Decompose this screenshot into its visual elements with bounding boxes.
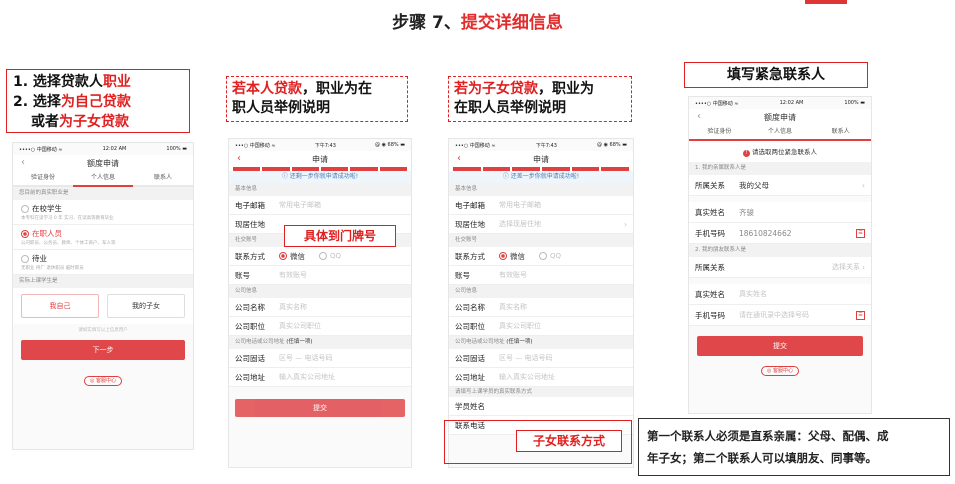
choice-child-button[interactable]: 我的子女 [107,294,185,318]
company-name-field[interactable]: 公司名称 真实名称 [449,298,633,317]
relation-select[interactable]: 所属关系 我的父母 › [689,175,871,196]
name2-field[interactable]: 真实姓名 真实姓名 [689,284,871,305]
email-field[interactable]: 电子邮箱 常用电子邮箱 [229,196,411,215]
page-title: 步骤 7、提交详细信息 [0,8,955,33]
radio-icon [21,255,29,263]
back-arrow-icon[interactable]: ‹ [457,153,461,164]
section-company: 公司信息 [229,285,411,298]
step-tabs: 验证身份 个人信息 联系人 [13,171,193,187]
child-contact-callout: 子女联系方式 [516,430,622,452]
radio-wechat[interactable] [279,252,287,260]
section-social: 社交账号 [449,234,633,247]
company-tel-field[interactable]: 公司固话 区号 — 电话号码 [229,349,411,368]
callout-occupation: 1. 选择贷款人职业 2. 选择为自己贷款 或者为子女贷款 [6,69,190,133]
help-center-link[interactable]: ◎ 客服中心 [84,376,122,386]
chevron-right-icon: › [862,180,865,190]
company-tel-field[interactable]: 公司固话 区号 — 电话号码 [449,349,633,368]
account-field[interactable]: 账号 有效账号 [449,266,633,285]
section-company-phone: 公司电话或公司地址 (任填一项) [229,336,411,349]
option-employed[interactable]: 在职人员 公司职员、公务员、教师、个体工商户、军人等 [13,225,193,250]
section-basic: 基本信息 [229,183,411,196]
notice-banner: ⓘ 还差一步你就申请成功啦! [449,171,633,183]
section-friend: 2. 我的朋友联系人是 [689,244,871,257]
nav-bar: ‹ 申请 [229,151,411,167]
nav-bar: ‹ 额度申请 [689,109,871,125]
status-bar: ••••○ 中国移动 ≈12:02 AM 100% ▬ [695,100,865,107]
phone-screen-occupation: ••••○ 中国移动 ≈12:02 AM 100% ▬ ‹ 额度申请 验证身份 个… [12,142,194,450]
account-field[interactable]: 账号 有效账号 [229,266,411,285]
section-company-phone: 公司电话或公司地址 (任填一项) [449,336,633,349]
phone-screen-self-loan: •••○ 中国移动 ≈ 下午7:43 @ ◉ 68% ▬ ‹ 申请 ⓘ 还剩一步你就… [228,138,412,468]
callout-emergency-contact: 填写紧急联系人 [684,62,868,88]
tab-personal[interactable]: 个人信息 [749,125,811,141]
next-button[interactable]: 下一步 [21,340,185,360]
name-field[interactable]: 真实姓名 齐骏 [689,202,871,223]
nav-bar: ‹ 额度申请 [13,155,193,171]
section-student: 实际上课学生是 [13,275,193,288]
option-student[interactable]: 在校学生 本专科在读学习 0 年 实习、在读高等教育毕业 [13,200,193,225]
company-position-field[interactable]: 公司职位 真实公司职位 [449,317,633,336]
address-hint-callout: 具体到门牌号 [284,225,396,247]
tab-contacts[interactable]: 联系人 [810,125,871,141]
section-company: 公司信息 [449,285,633,298]
company-position-field[interactable]: 公司职位 真实公司职位 [229,317,411,336]
company-address-field[interactable]: 公司地址 输入真实公司地址 [449,368,633,387]
step-tabs: 验证身份 个人信息 联系人 [689,125,871,141]
phone-screen-emergency-contact: ••••○ 中国移动 ≈12:02 AM 100% ▬ ‹ 额度申请 验证身份 个… [688,96,872,414]
submit-button[interactable]: 提交 [697,336,863,356]
radio-wechat[interactable] [499,252,507,260]
step-title: 提交详细信息 [460,13,563,33]
radio-qq[interactable] [319,252,327,260]
choice-self-button[interactable]: 我自己 [21,294,99,318]
option-unemployed[interactable]: 待业 无职业 待厂 退休职员 临时职员 [13,250,193,275]
tab-contacts[interactable]: 联系人 [133,171,193,187]
section-relative: 1. 我的亲属联系人是 [689,162,871,175]
callout-child-loan: 若为子女贷款，职业为 在职人员举例说明 [448,76,632,122]
contact-rule-note: 第一个联系人必须是直系亲属：父母、配偶、成 年子女；第二个联系人可以填朋友、同事… [638,418,950,476]
submit-button[interactable]: 提交 [235,399,405,417]
nav-bar: ‹ 申请 [449,151,633,167]
chevron-right-icon: › [862,262,865,272]
email-field[interactable]: 电子邮箱 常用电子邮箱 [449,196,633,215]
status-bar: •••○ 中国移动 ≈ 下午7:43 @ ◉ 68% ▬ [235,142,405,149]
section-student-contact: 请填写上课学员的真实联系方式 [449,387,633,397]
contact-book-icon[interactable]: ☰ [856,310,865,320]
status-bar: ••••○ 中国移动 ≈12:02 AM 100% ▬ [19,146,187,153]
radio-selected-icon [21,230,29,238]
address-field[interactable]: 现居住地 选择现居住地 › [449,215,633,234]
tab-personal[interactable]: 个人信息 [73,171,133,187]
contact-alert: ! 请选取两位紧急联系人 [689,141,871,162]
callout-self-loan: 若本人贷款，职业为在 职人员举例说明 [226,76,408,122]
company-name-field[interactable]: 公司名称 真实名称 [229,298,411,317]
notice-banner: ⓘ 还剩一步你就申请成功啦! [229,171,411,183]
phone-field[interactable]: 手机号码 18610824662 ☰ [689,223,871,244]
alert-icon: ! [742,150,750,157]
small-hint: 请如实填写以上信息用户 [78,328,128,333]
help-center-link[interactable]: ◎ 客服中心 [761,366,799,376]
section-occupation: 您目前的真实职业是 [13,187,193,200]
back-arrow-icon[interactable]: ‹ [21,157,25,168]
contact-book-icon[interactable]: ☰ [856,228,865,238]
status-bar: •••○ 中国移动 ≈ 下午7:43 @ ◉ 68% ▬ [455,142,627,149]
radio-qq[interactable] [539,252,547,260]
contact-method-row: 联系方式 微信 QQ [229,247,411,266]
back-arrow-icon[interactable]: ‹ [697,111,701,122]
corner-accent-bar [805,0,847,4]
back-arrow-icon[interactable]: ‹ [237,153,241,164]
tab-verify[interactable]: 验证身份 [13,171,73,187]
student-name-field[interactable]: 学员姓名 [449,397,633,416]
section-basic: 基本信息 [449,183,633,196]
step-label: 步骤 7、 [392,13,461,33]
relation2-select[interactable]: 所属关系 选择关系 › [689,257,871,278]
contact-method-row: 联系方式 微信 QQ [449,247,633,266]
chevron-right-icon: › [624,219,627,229]
company-address-field[interactable]: 公司地址 输入真实公司地址 [229,368,411,387]
tab-verify[interactable]: 验证身份 [689,125,750,141]
phone2-field[interactable]: 手机号码 请在通讯录中选择号码 ☰ [689,305,871,326]
phone-screen-child-loan: •••○ 中国移动 ≈ 下午7:43 @ ◉ 68% ▬ ‹ 申请 ⓘ 还差一步你就… [448,138,634,468]
radio-icon [21,205,29,213]
